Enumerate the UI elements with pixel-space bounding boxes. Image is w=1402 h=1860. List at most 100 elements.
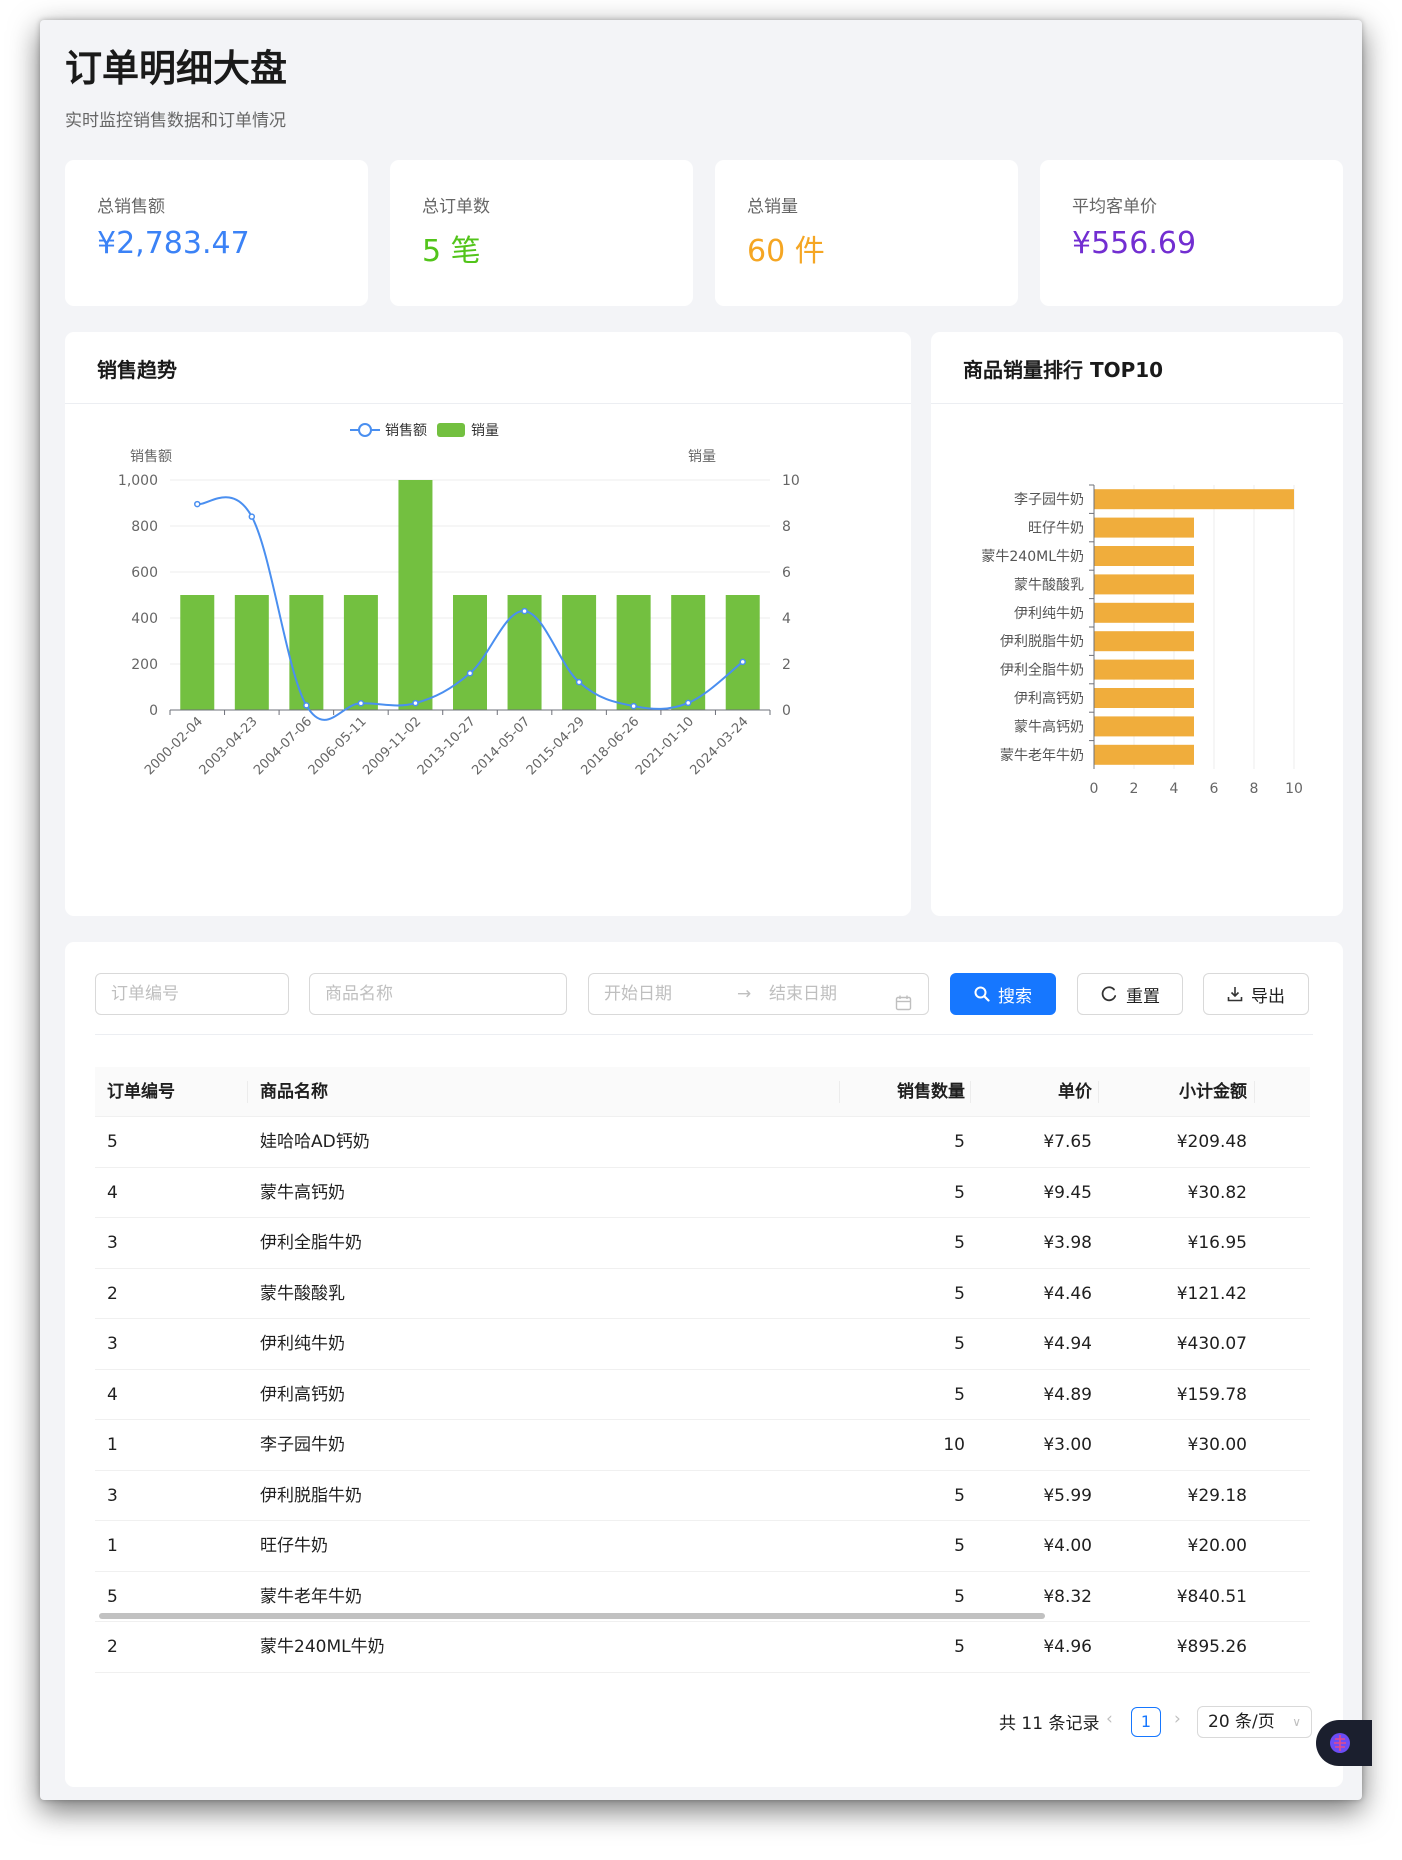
cell-subtotal: ¥16.95 [1187, 1233, 1247, 1253]
cell-unit-price: ¥4.46 [1043, 1283, 1092, 1304]
order-no-input[interactable]: 订单编号 [95, 973, 289, 1015]
cell-product: 旺仔牛奶 [260, 1536, 328, 1556]
floating-assistant-button[interactable] [1316, 1720, 1372, 1766]
cell-subtotal: ¥430.07 [1176, 1334, 1247, 1354]
stat-value-avg-order-value: ¥556.69 [1072, 226, 1197, 261]
bar [343, 595, 378, 710]
range-arrow-icon: → [737, 984, 752, 1004]
stat-card-total-sales: 总销售额 ¥2,783.47 [65, 160, 368, 306]
x-tick-label: 2 [1130, 781, 1139, 797]
cell-order-no: 4 [107, 1182, 118, 1203]
next-page-icon[interactable]: › [1174, 1709, 1181, 1729]
table-row[interactable]: 4 蒙牛高钙奶 5 ¥9.45 ¥30.82 [95, 1168, 1310, 1218]
table-row[interactable]: 2 蒙牛酸酸乳 5 ¥4.46 ¥121.42 [95, 1269, 1310, 1319]
y-left-tick-label: 200 [131, 657, 158, 673]
table-row[interactable]: 3 伊利全脂牛奶 5 ¥3.98 ¥16.95 [95, 1218, 1310, 1269]
cell-subtotal: ¥209.48 [1176, 1132, 1247, 1152]
y-tick-label: 旺仔牛奶 [1028, 521, 1084, 537]
x-tick-label: 10 [1285, 781, 1303, 797]
calendar-icon [895, 986, 912, 1011]
y-left-tick-label: 1,000 [118, 473, 158, 489]
export-button[interactable]: 导出 [1203, 973, 1309, 1015]
table-row[interactable]: 2 蒙牛240ML牛奶 5 ¥4.96 ¥895.26 [95, 1622, 1310, 1673]
chevron-down-icon: ∨ [1292, 1715, 1301, 1729]
cell-subtotal: ¥30.00 [1187, 1435, 1247, 1455]
cell-subtotal: ¥121.42 [1176, 1283, 1247, 1304]
y-tick-label: 李子园牛奶 [1014, 492, 1084, 508]
line-point [303, 702, 310, 709]
cell-quantity: 5 [954, 1536, 965, 1556]
cell-product: 蒙牛酸酸乳 [260, 1283, 345, 1304]
date-range-picker[interactable]: 开始日期 → 结束日期 [588, 973, 929, 1015]
horizontal-scrollbar[interactable] [95, 1611, 1310, 1621]
cell-unit-price: ¥5.99 [1043, 1485, 1092, 1506]
stat-value-total-orders: 5 笔 [422, 234, 481, 269]
cell-order-no: 2 [107, 1283, 118, 1304]
col-header-subtotal: 小计金额 [1179, 1082, 1247, 1102]
y-tick-label: 蒙牛240ML牛奶 [981, 549, 1084, 565]
cell-unit-price: ¥3.00 [1043, 1435, 1092, 1455]
cell-product: 伊利高钙奶 [260, 1384, 345, 1405]
scrollbar-thumb[interactable] [99, 1613, 1045, 1619]
cell-quantity: 5 [954, 1132, 965, 1152]
bar [1094, 688, 1194, 708]
table-row[interactable]: 3 伊利纯牛奶 5 ¥4.94 ¥430.07 [95, 1319, 1310, 1370]
table-row[interactable]: 1 李子园牛奶 10 ¥3.00 ¥30.00 [95, 1420, 1310, 1471]
page-subtitle: 实时监控销售数据和订单情况 [65, 111, 286, 131]
y-left-tick-label: 400 [131, 611, 158, 627]
table-row[interactable]: 4 伊利高钙奶 5 ¥4.89 ¥159.78 [95, 1370, 1310, 1420]
y-tick-label: 伊利脱脂牛奶 [1000, 634, 1084, 650]
bar [398, 480, 433, 710]
bar [180, 595, 215, 710]
y-tick-label: 蒙牛高钙奶 [1014, 718, 1084, 735]
col-header-unit-price: 单价 [1058, 1082, 1092, 1102]
cell-product: 伊利纯牛奶 [260, 1334, 345, 1354]
bar [453, 595, 487, 710]
start-date-input[interactable]: 开始日期 [604, 974, 672, 1014]
bar [1094, 744, 1194, 765]
line-point [575, 678, 583, 686]
product-name-input[interactable]: 商品名称 [309, 973, 567, 1015]
stat-value-total-sales: ¥2,783.47 [97, 226, 250, 261]
export-button-label: 导出 [1251, 986, 1285, 1007]
reset-icon [1100, 985, 1118, 1003]
reset-button[interactable]: 重置 [1077, 973, 1183, 1015]
y-right-tick-label: 0 [782, 703, 791, 719]
table-body: 5 娃哈哈AD钙奶 5 ¥7.65 ¥209.48 4 蒙牛高钙奶 5 ¥9.45 ¥30.82 3… [95, 1117, 1310, 1673]
table-row[interactable]: 5 娃哈哈AD钙奶 5 ¥7.65 ¥209.48 [95, 1117, 1310, 1168]
bar [1094, 659, 1194, 680]
y-left-tick-label: 800 [131, 519, 158, 535]
cell-subtotal: ¥895.26 [1176, 1637, 1247, 1657]
cell-order-no: 3 [107, 1485, 118, 1506]
y-right-tick-label: 8 [782, 519, 791, 535]
table-row[interactable]: 3 伊利脱脂牛奶 5 ¥5.99 ¥29.18 [95, 1471, 1310, 1521]
y-tick-label: 伊利高钙奶 [1014, 690, 1084, 707]
cell-unit-price: ¥4.94 [1043, 1334, 1092, 1354]
reset-button-label: 重置 [1126, 986, 1160, 1007]
stat-value-total-quantity: 60 件 [747, 234, 825, 269]
cell-quantity: 5 [954, 1485, 965, 1506]
bar [671, 595, 706, 710]
page-1-button[interactable]: 1 [1131, 1707, 1161, 1737]
cell-subtotal: ¥20.00 [1187, 1536, 1247, 1556]
col-header-product: 商品名称 [260, 1082, 328, 1102]
table-row[interactable]: 1 旺仔牛奶 5 ¥4.00 ¥20.00 [95, 1521, 1310, 1572]
page-size-select[interactable]: 20 条/页 ∨ [1197, 1706, 1312, 1738]
cell-product: 李子园牛奶 [260, 1435, 345, 1455]
bar [562, 595, 597, 710]
bar [1094, 574, 1194, 595]
y-left-tick-label: 0 [149, 703, 158, 719]
search-button[interactable]: 搜索 [950, 973, 1056, 1015]
y-right-tick-label: 6 [782, 565, 791, 581]
x-tick-label: 6 [1210, 781, 1219, 797]
page-title: 订单明细大盘 [65, 47, 287, 90]
cell-order-no: 5 [107, 1132, 118, 1152]
cell-unit-price: ¥4.00 [1043, 1536, 1092, 1556]
cell-quantity: 10 [943, 1435, 965, 1455]
prev-page-icon[interactable]: ‹ [1106, 1709, 1113, 1729]
cell-unit-price: ¥9.45 [1043, 1182, 1092, 1203]
top10-panel: 商品销量排行 TOP10 0 2 4 6 8 10 李子园牛奶 旺仔牛奶 蒙牛240ML牛奶 蒙牛… [931, 332, 1343, 916]
end-date-input[interactable]: 结束日期 [769, 974, 837, 1014]
cell-unit-price: ¥4.89 [1043, 1384, 1092, 1405]
divider [95, 1034, 1313, 1035]
